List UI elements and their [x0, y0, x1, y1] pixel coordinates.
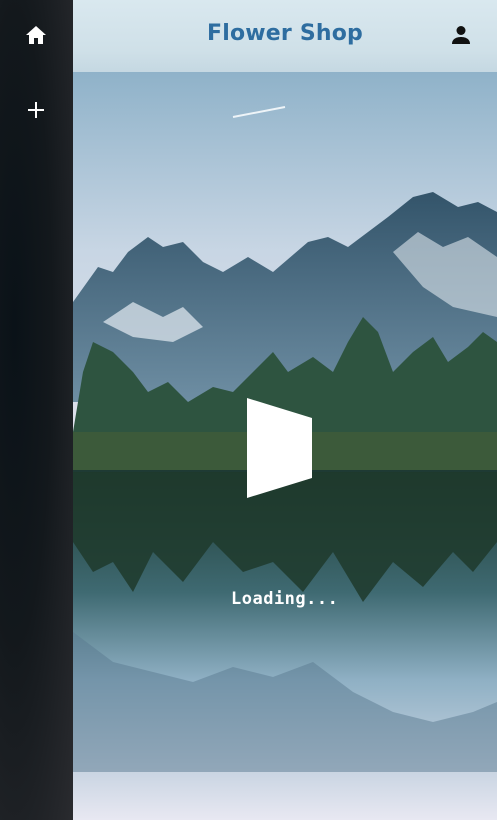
page-title: Flower Shop [206, 21, 363, 46]
add-button[interactable] [21, 95, 51, 125]
plus-icon [28, 102, 44, 118]
play-icon[interactable] [247, 398, 312, 498]
home-button[interactable] [21, 20, 51, 50]
home-icon [26, 26, 46, 44]
loading-text: Loading... [231, 589, 339, 609]
sidebar [0, 0, 73, 820]
user-button[interactable] [449, 23, 473, 47]
app-header: Flower Shop [73, 0, 497, 72]
user-icon [452, 26, 470, 44]
